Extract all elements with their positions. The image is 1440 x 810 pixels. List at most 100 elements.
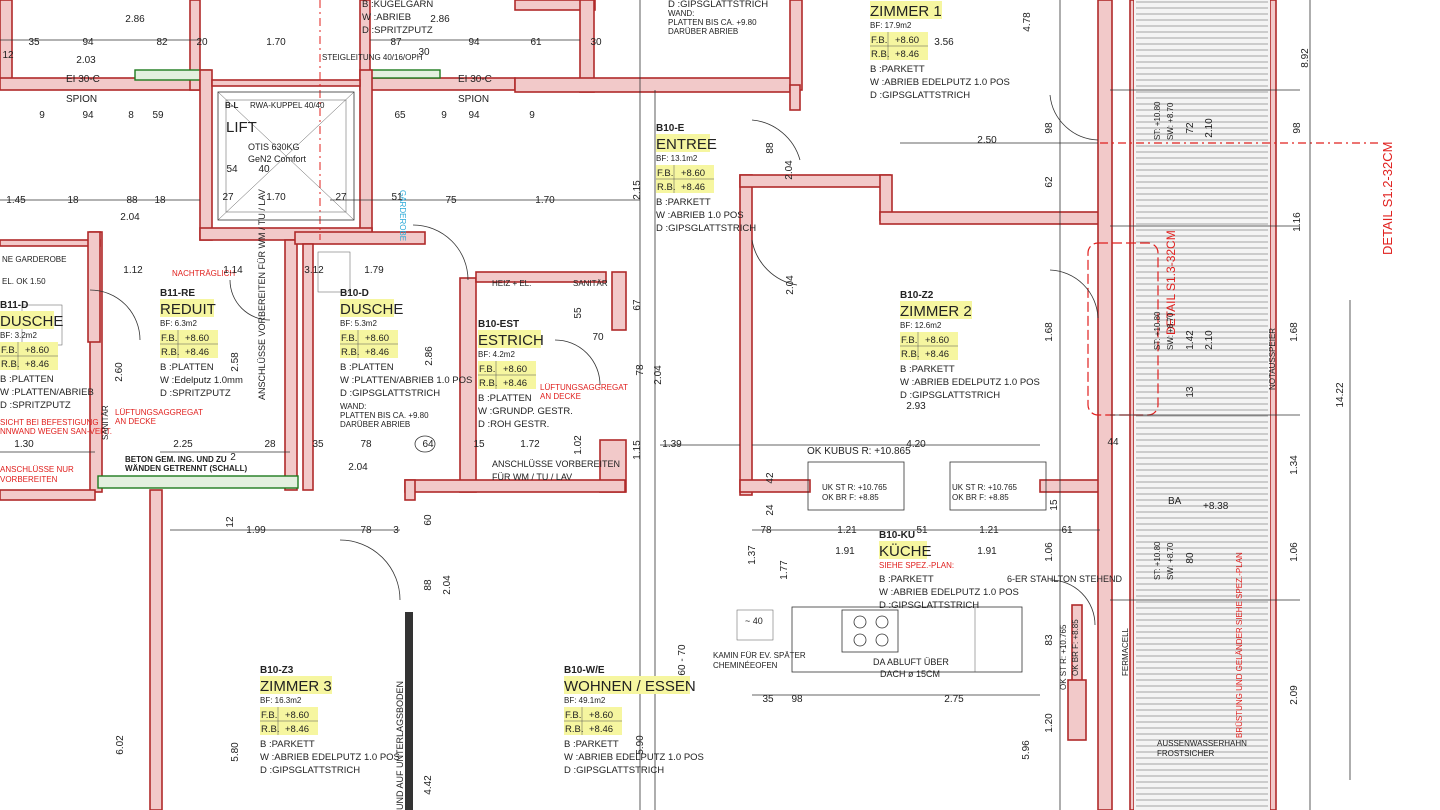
dim-d112: 1.12 (123, 265, 143, 276)
dim-d54: 54 (226, 164, 238, 175)
room-area: BF: 12.6m2 (900, 321, 942, 330)
sw-1: SW: +8.70 (1166, 102, 1175, 140)
dim-d115: 1.15 (632, 440, 643, 460)
rb-label: R.B. (1, 359, 19, 370)
room-spec: B :PLATTEN (160, 362, 214, 373)
lueftung-2: AN DECKE (540, 392, 581, 401)
dim-d94a: 94 (82, 37, 94, 48)
dim-d260: 2.60 (114, 362, 125, 382)
room-spec: W :ABRIEB 1.0 POS (656, 210, 744, 221)
room-spec: D :GIPSGLATTSTRICH (879, 600, 979, 611)
room-name: ENTREE (656, 136, 717, 153)
anschl-nur-2: VORBEREITEN (0, 475, 58, 484)
dim-d12a: 12 (2, 50, 14, 61)
dim-d78c: 78 (360, 525, 372, 536)
room-id: B10-EST (478, 319, 519, 330)
room-name: ESTRICH (478, 332, 544, 349)
room-area: SIEHE SPEZ.-PLAN: (879, 561, 954, 570)
dim-d580: 5.80 (230, 742, 241, 762)
dim-d82: 82 (156, 37, 168, 48)
dim-d40: 40 (258, 164, 270, 175)
heiz-label: HEIZ + EL. (492, 279, 531, 288)
dim-d24: 24 (765, 504, 776, 516)
room-area: BF: 5.3m2 (340, 319, 377, 328)
lift-model-2: GeN2 Comfort (248, 154, 307, 164)
fb-label: F.B. (871, 35, 887, 46)
spritz-top: D :SPRITZPUTZ (362, 25, 433, 36)
ei-right: EI 30-C (458, 74, 492, 85)
abluft-2: DACH ø 15CM (880, 669, 940, 679)
dim-d139: 1.39 (662, 439, 682, 450)
room-spec: B :PARKETT (656, 197, 711, 208)
dim-d204e: 2.04 (348, 462, 368, 473)
lueftung-1: LÜFTUNGSAGGREGAT (540, 383, 628, 392)
room-id: B10-W/E (564, 665, 605, 676)
ba-label: BA (1168, 496, 1182, 507)
dim-d286c: 2.86 (424, 346, 435, 366)
dim-d61: 61 (530, 37, 542, 48)
dim-d170c: 1.70 (535, 195, 555, 206)
dim-d61b: 61 (1061, 525, 1073, 536)
dim-d88c: 88 (423, 579, 434, 591)
dim-d130: 1.30 (14, 439, 34, 450)
rb-value: +8.46 (25, 359, 49, 370)
dim-d168b: 1.68 (1289, 322, 1300, 342)
sw-3: SW: +8.70 (1166, 542, 1175, 580)
dim-d596: 5.96 (1021, 740, 1032, 760)
rb-value: +8.46 (681, 182, 705, 193)
dim-d204d: 2.04 (653, 365, 664, 385)
room-spec: B :PARKETT (900, 364, 955, 375)
dim-d72: 72 (1185, 122, 1196, 134)
dim-d293: 2.93 (906, 401, 926, 412)
room-label-reduit: B11-RE REDUITBF: 6.3m2 F.B. +8.60 R.B. +8.46 B… (160, 288, 243, 399)
rb-value: +8.46 (365, 347, 389, 358)
abrieb-top: W :ABRIEB (362, 12, 411, 23)
dim-d286a: 2.86 (125, 14, 145, 25)
dim-d51b: 51 (916, 525, 928, 536)
ok-kubus: OK KUBUS R: +10.865 (807, 446, 911, 457)
room-id: B11-RE (160, 288, 195, 299)
abluft-1: DA ABLUFT ÜBER (873, 657, 949, 667)
wand-top-1: WAND: (668, 9, 694, 18)
room-id: B10-KU (879, 530, 915, 541)
room-spec: W :ABRIEB EDELPUTZ 1.0 POS (900, 377, 1040, 388)
stehend-bottom: OK ST R: +10.765 (1059, 624, 1068, 690)
fb-label: F.B. (341, 333, 357, 344)
room-name: DUSCHE (340, 301, 403, 318)
dim-d94b: 94 (468, 37, 480, 48)
room-spec: D :ROH GESTR. (478, 419, 549, 430)
dim-d75: 75 (445, 195, 457, 206)
room-name: ZIMMER 1 (870, 3, 942, 20)
room-spec: W :ABRIEB EDELPUTZ 1.0 POS (260, 752, 400, 763)
dim-d15b: 15 (1049, 499, 1060, 511)
room-area: BF: 16.3m2 (260, 696, 302, 705)
lift-model: OTIS 630KG (248, 142, 300, 152)
dim-d120: 1.20 (1044, 713, 1055, 733)
dim-d191a: 1.91 (835, 546, 855, 557)
room-name: WOHNEN / ESSEN (564, 678, 696, 695)
rb-value: +8.46 (185, 347, 209, 358)
dim-d8: 8 (128, 110, 134, 121)
dim-d121a: 1.21 (837, 525, 857, 536)
dim-d114: 1.14 (223, 265, 243, 276)
dim-d312: 3.12 (304, 265, 324, 276)
fb-value: +8.60 (925, 335, 949, 346)
floor-plan: ZIMMER 1BF: 17.9m2 F.B. +8.60 R.B. +8.46 B :P… (0, 0, 1395, 810)
dim-d420: 4.20 (906, 439, 926, 450)
dim-d18b: 18 (154, 195, 166, 206)
dim-d30: 30 (418, 47, 430, 58)
dim-d602: 6.02 (115, 735, 126, 755)
room-spec: W :ABRIEB EDELPUTZ 1.0 POS (870, 77, 1010, 88)
rb-label: R.B. (261, 724, 279, 735)
st-2: ST: +10.80 (1153, 311, 1162, 350)
dim-d258: 2.58 (230, 352, 241, 372)
kamin-1: KAMIN FÜR EV. SPÄTER (713, 651, 806, 660)
dim-d98c: 98 (791, 694, 803, 705)
dim-d210b: 2.10 (1204, 330, 1215, 350)
ei-left: EI 30-C (66, 74, 100, 85)
fb-value: +8.60 (285, 710, 309, 721)
room-area: BF: 49.1m2 (564, 696, 606, 705)
room-id: B10-D (340, 288, 369, 299)
kugel-label: B :KUGELGARN (362, 0, 433, 10)
dim-d170a: 1.70 (266, 37, 286, 48)
